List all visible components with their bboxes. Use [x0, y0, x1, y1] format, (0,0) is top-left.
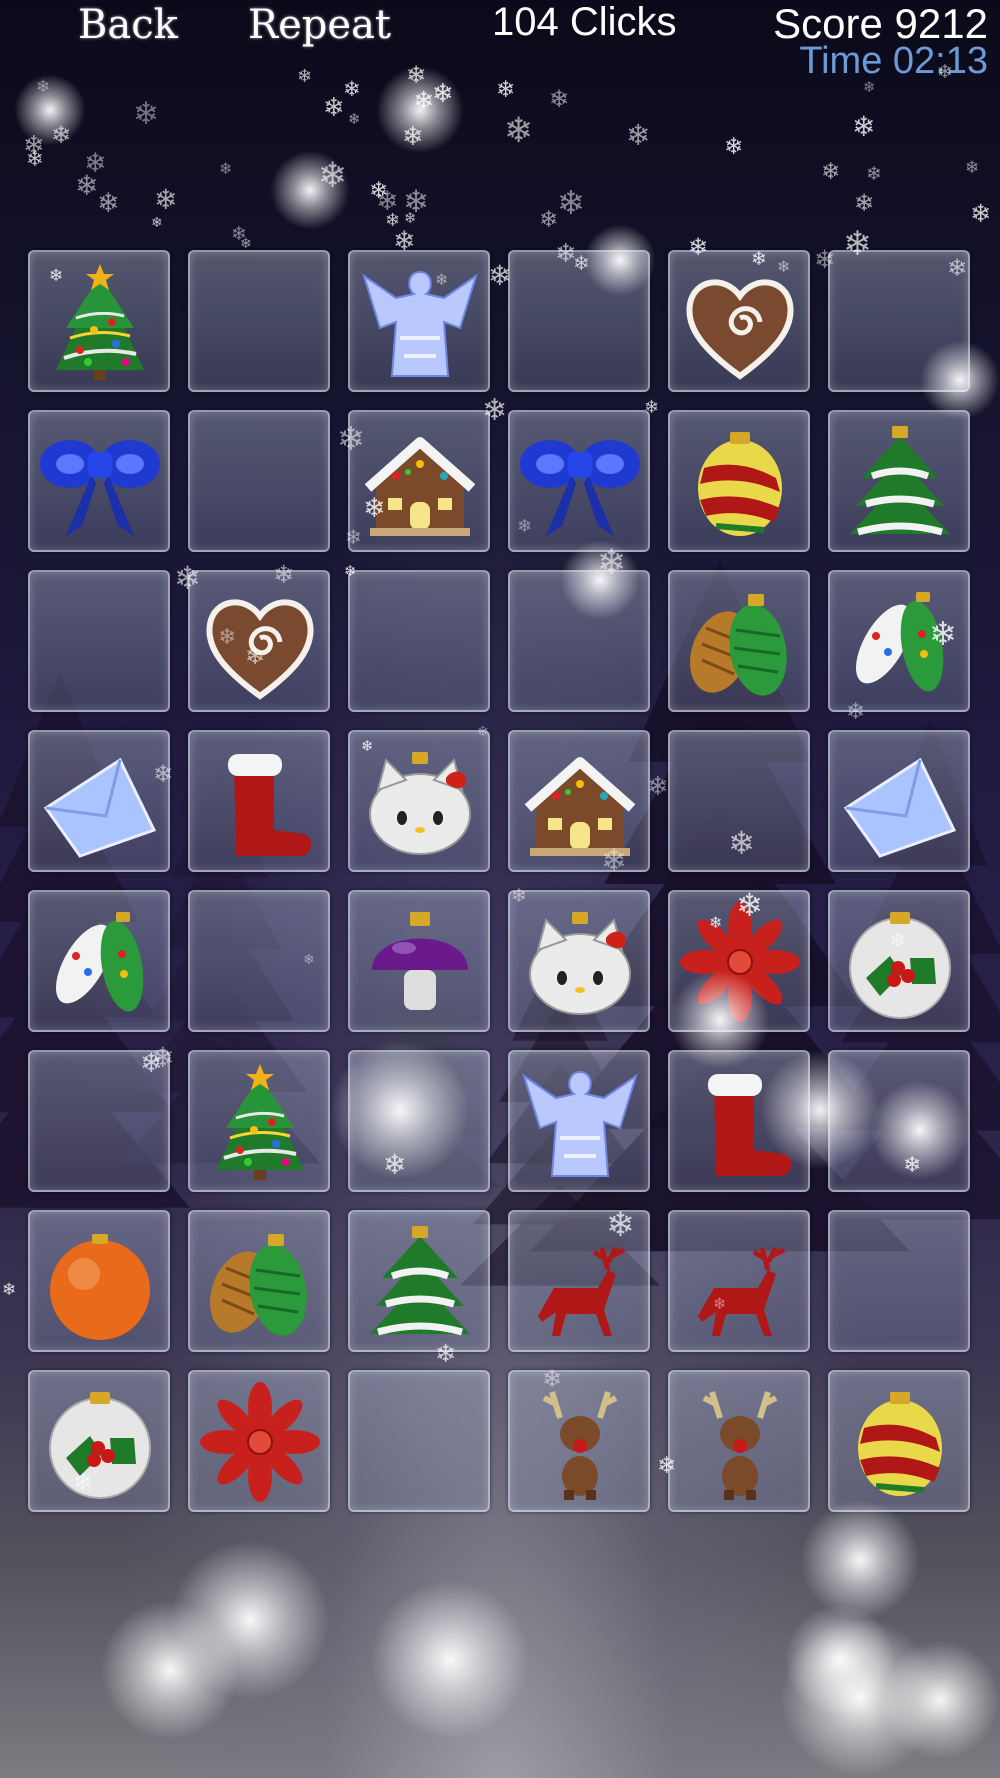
christmas-tree-icon [216, 1064, 304, 1180]
tile-angel[interactable] [348, 250, 490, 392]
gingerbread-heart-icon [206, 599, 314, 700]
empty-tile [828, 250, 970, 392]
empty-tile [28, 1050, 170, 1192]
snowy-tree-icon [850, 426, 950, 536]
pine-cones-icon [210, 1234, 307, 1336]
tile-snowy-tree[interactable] [348, 1210, 490, 1352]
tile-poinsettia[interactable] [668, 890, 810, 1032]
painted-ornaments-icon [56, 912, 144, 1012]
envelope-icon [843, 757, 957, 858]
striped-ornament-icon [858, 1392, 942, 1496]
empty-tile [668, 730, 810, 872]
purple-mushroom-icon [372, 912, 468, 1010]
tile-angel[interactable] [508, 1050, 650, 1192]
tile-painted-ornaments[interactable] [28, 890, 170, 1032]
gingerbread-house-icon [524, 757, 636, 856]
tile-pine-cones[interactable] [188, 1210, 330, 1352]
empty-tile [508, 250, 650, 392]
tile-kitty-ornament[interactable] [508, 890, 650, 1032]
tile-blue-bow[interactable] [28, 410, 170, 552]
blue-bow-icon [520, 440, 640, 536]
top-bar: Back Repeat 104 Clicks Score 9212 Time 0… [0, 0, 1000, 120]
back-button[interactable]: Back [78, 2, 178, 48]
memory-board [28, 250, 970, 1512]
tile-santa-boot[interactable] [668, 1050, 810, 1192]
tile-holly-ornament[interactable] [28, 1370, 170, 1512]
pine-cones-icon [690, 594, 787, 696]
tile-purple-mushroom[interactable] [348, 890, 490, 1032]
empty-tile [828, 1050, 970, 1192]
gingerbread-house-icon [364, 437, 476, 536]
tile-reindeer-toy[interactable] [668, 1370, 810, 1512]
empty-tile [348, 570, 490, 712]
empty-tile [348, 1370, 490, 1512]
tile-poinsettia[interactable] [188, 1370, 330, 1512]
tile-striped-ornament[interactable] [828, 1370, 970, 1512]
reindeer-silhouette-icon [538, 1246, 626, 1336]
tile-gingerbread-house[interactable] [348, 410, 490, 552]
time-display: Time 02:13 [799, 40, 988, 82]
tile-holly-ornament[interactable] [828, 890, 970, 1032]
tile-painted-ornaments[interactable] [828, 570, 970, 712]
empty-tile [188, 250, 330, 392]
tile-pine-cones[interactable] [668, 570, 810, 712]
angel-icon [362, 270, 478, 377]
empty-tile [188, 410, 330, 552]
holly-ornament-icon [49, 1392, 151, 1499]
tile-reindeer-silhouette[interactable] [508, 1210, 650, 1352]
reindeer-toy-icon [542, 1391, 618, 1500]
tile-reindeer-toy[interactable] [508, 1370, 650, 1512]
tile-santa-boot[interactable] [188, 730, 330, 872]
tile-envelope[interactable] [28, 730, 170, 872]
painted-ornaments-icon [856, 592, 944, 692]
tile-gingerbread-heart[interactable] [188, 570, 330, 712]
tile-striped-ornament[interactable] [668, 410, 810, 552]
orange-bauble-icon [50, 1234, 150, 1340]
empty-tile [508, 570, 650, 712]
tile-christmas-tree[interactable] [28, 250, 170, 392]
tile-gingerbread-house[interactable] [508, 730, 650, 872]
angel-icon [522, 1070, 638, 1177]
tile-envelope[interactable] [828, 730, 970, 872]
holly-ornament-icon [849, 912, 951, 1019]
envelope-icon [43, 757, 157, 858]
tile-kitty-ornament[interactable] [348, 730, 490, 872]
tile-blue-bow[interactable] [508, 410, 650, 552]
repeat-button[interactable]: Repeat [248, 2, 391, 48]
reindeer-toy-icon [702, 1391, 778, 1500]
empty-tile [348, 1050, 490, 1192]
kitty-ornament-icon [369, 752, 471, 855]
empty-tile [828, 1210, 970, 1352]
tile-gingerbread-heart[interactable] [668, 250, 810, 392]
poinsettia-icon [200, 1382, 320, 1502]
santa-boot-icon [708, 1074, 792, 1176]
empty-tile [28, 570, 170, 712]
tile-reindeer-silhouette[interactable] [668, 1210, 810, 1352]
tile-orange-bauble[interactable] [28, 1210, 170, 1352]
striped-ornament-icon [698, 432, 782, 536]
santa-boot-icon [228, 754, 312, 856]
blue-bow-icon [40, 440, 160, 536]
clicks-counter: 104 Clicks [492, 0, 677, 44]
poinsettia-icon [680, 902, 800, 1022]
game-scene: Back Repeat 104 Clicks Score 9212 Time 0… [0, 0, 1000, 1778]
tile-snowy-tree[interactable] [828, 410, 970, 552]
snowy-tree-icon [370, 1226, 470, 1336]
tile-christmas-tree[interactable] [188, 1050, 330, 1192]
gingerbread-heart-icon [686, 279, 794, 380]
kitty-ornament-icon [529, 912, 631, 1015]
empty-tile [188, 890, 330, 1032]
reindeer-silhouette-icon [698, 1246, 786, 1336]
christmas-tree-icon [56, 264, 144, 380]
